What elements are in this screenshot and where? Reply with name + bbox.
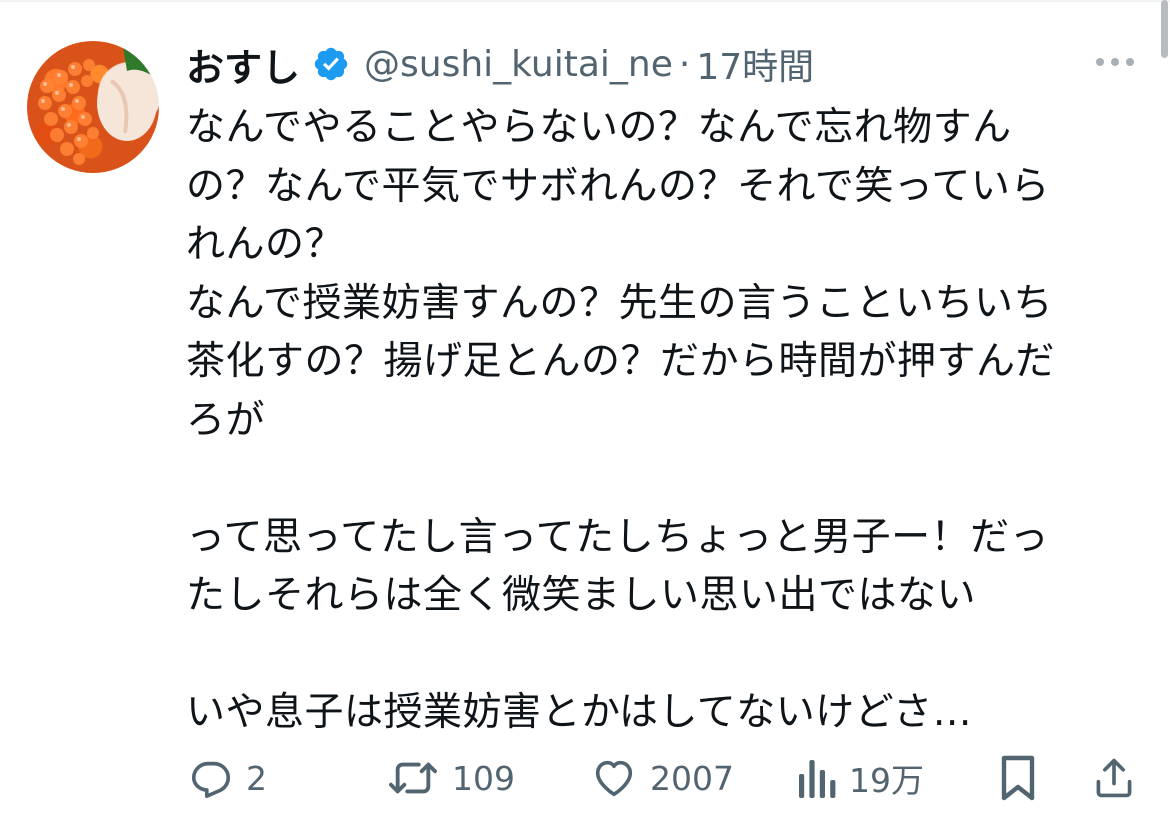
top-divider [0,0,1170,2]
tweet-header: おすし @sushi_kuitai_ne · 17時間 [186,34,814,94]
scrollbar-thumb[interactable] [1161,0,1168,58]
tweet-text-line: の？なんで平気でサボれんの？それで笑っていら [186,163,1050,209]
tweet-text-line: 茶化すの？揚げ足とんの？だから時間が押すんだ [186,339,1056,384]
tweet-text-line: れんの？ [186,222,345,267]
retweet-icon [389,762,437,794]
tweet-text-blank [186,450,1116,509]
bookmark-button[interactable] [998,748,1038,808]
share-icon [1096,758,1132,798]
bookmark-icon [1001,755,1035,801]
handle[interactable]: @sushi_kuitai_ne [364,44,673,85]
tweet-text-line: って思ってたし言ってたしちょっと男子ー！だっ [186,514,1050,560]
retweet-count: 109 [452,758,515,798]
tweet-text-line: たしそれらは全く微笑ましい思い出ではない [186,573,977,618]
like-count: 2007 [650,758,734,798]
avatar[interactable] [27,41,159,173]
tweet-text: なんでやることやらないの？なんで忘れ物すん の？なんで平気でサボれんの？それで笑… [186,99,1116,743]
verified-badge-icon[interactable] [312,45,350,83]
more-icon[interactable] [1092,52,1138,72]
tweet-text-line: なんでやることやらないの？なんで忘れ物すん [186,105,1012,150]
tweet-text-blank [186,626,1116,685]
display-name[interactable]: おすし [186,37,300,92]
retweet-button[interactable]: 109 [386,748,515,808]
reply-icon [191,761,231,799]
views-count: 19万 [849,761,924,800]
share-button[interactable] [1092,748,1136,808]
reply-count: 2 [246,758,267,798]
tweet-text-line: ろが [186,397,266,443]
separator-dot: · [678,43,691,85]
views-icon [799,760,836,798]
tweet-text-line: なんで授業妨害すんの？先生の言うこといちいち [186,280,1054,326]
like-button[interactable]: 2007 [590,748,734,808]
timestamp[interactable]: 17時間 [696,38,814,90]
avatar-photo [38,47,157,165]
views-button[interactable]: 19万 [797,748,924,808]
heart-icon [595,760,633,797]
action-bar: 2 109 2007 19万 [0,748,1170,808]
reply-button[interactable]: 2 [188,748,267,808]
tweet-text-line: いや息子は授業妨害とかはしてないけどさ… [186,690,973,735]
scrollbar[interactable] [1158,0,1170,60]
